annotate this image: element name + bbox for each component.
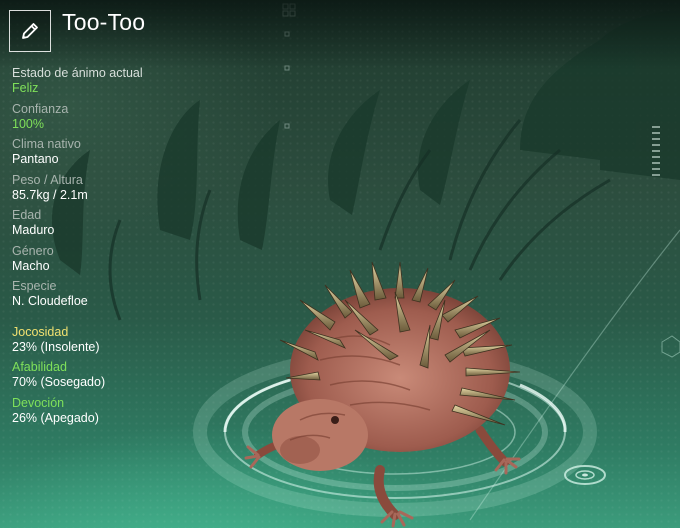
game-scene: Too-Too Estado de ánimo actual Feliz Con…: [0, 0, 680, 528]
pencil-icon: [22, 23, 38, 39]
stat-value: Pantano: [12, 152, 59, 166]
hud-hexagon: [661, 335, 680, 358]
stat-label: Confianza: [12, 101, 69, 116]
trait-label: Afabilidad: [12, 360, 67, 374]
trait-label: Jocosidad: [12, 324, 69, 339]
stat-label: Clima nativo: [12, 137, 81, 151]
trait-label: Devoción: [12, 395, 65, 410]
stat-label: Género: [12, 243, 54, 258]
stat-value: Feliz: [12, 81, 39, 95]
stat-trust: Confianza 100%: [12, 102, 232, 132]
stat-value: 100%: [12, 116, 44, 131]
trait-value: 26% (Apegado): [12, 410, 99, 425]
stat-value: Macho: [12, 258, 50, 273]
stat-value: 85.7kg / 2.1m: [12, 187, 88, 202]
stat-label: Especie: [12, 279, 57, 293]
edit-name-button[interactable]: [9, 10, 51, 52]
trait-value: 23% (Insolente): [12, 339, 100, 354]
trait-playfulness: Jocosidad 23% (Insolente): [12, 325, 232, 355]
creature-name: Too-Too: [62, 9, 146, 35]
trait-affability: Afabilidad 70% (Sosegado): [12, 360, 232, 390]
stat-value: Maduro: [12, 223, 55, 237]
stat-label: Estado de ánimo actual: [12, 66, 143, 80]
trait-value: 70% (Sosegado): [12, 375, 106, 389]
stat-age: Edad Maduro: [12, 208, 232, 238]
trait-devotion: Devoción 26% (Apegado): [12, 396, 232, 426]
stat-label: Peso / Altura: [12, 172, 83, 187]
stat-climate: Clima nativo Pantano: [12, 137, 232, 167]
stat-value: N. Cloudefloe: [12, 294, 88, 308]
stat-mood: Estado de ánimo actual Feliz: [12, 66, 232, 96]
stat-label: Edad: [12, 208, 42, 222]
stat-gender: Género Macho: [12, 244, 232, 274]
stat-weight-height: Peso / Altura 85.7kg / 2.1m: [12, 173, 232, 203]
creature-stats-panel: Estado de ánimo actual Feliz Confianza 1…: [12, 66, 232, 431]
stat-species: Especie N. Cloudefloe: [12, 279, 232, 309]
